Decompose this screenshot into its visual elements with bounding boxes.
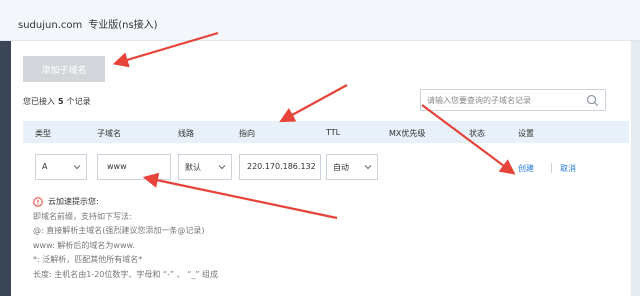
add-subdomain-button[interactable]: 添加子域名 (23, 56, 105, 82)
tip-line: @: 直接解析主域名(强烈建议您添加一条@记录) (33, 226, 205, 235)
subdomain-input-value: www (107, 162, 127, 171)
ttl-select[interactable]: 自动 (326, 154, 378, 180)
search-input[interactable] (427, 93, 577, 107)
record-count: 您已接入 5 个记录 (23, 96, 91, 107)
new-record-row: A www 默认 220.170.186.132 自动 创建 取消 (23, 143, 629, 193)
edition-label: 专业版(ns接入) (88, 20, 158, 31)
chevron-down-icon (218, 165, 226, 170)
domain-title: sudujun.com 专业版(ns接入) (18, 16, 158, 31)
target-input[interactable]: 220.170.186.132 (239, 154, 321, 180)
scrollbar-track[interactable] (631, 41, 640, 296)
record-count-value: 5 (58, 97, 64, 106)
ttl-select-value: 自动 (333, 163, 349, 172)
subdomain-input[interactable]: www (97, 154, 171, 180)
subdomain-search[interactable] (420, 89, 606, 111)
chevron-down-icon (364, 165, 372, 170)
cancel-link[interactable]: 取消 (560, 163, 576, 174)
tip-line: 即域名前缀，支持如下写法: (33, 211, 132, 221)
type-select[interactable]: A (35, 154, 87, 180)
column-header-line: 线路 (178, 129, 194, 138)
action-divider (551, 163, 552, 173)
line-select-value: 默认 (185, 163, 201, 172)
subdomain-tips: 云加速提示您: 即域名前缀，支持如下写法: @: 直接解析主域名(强烈建议您添加… (33, 195, 218, 282)
record-count-prefix: 您已接入 (23, 97, 55, 106)
target-input-value: 220.170.186.132 (247, 162, 316, 171)
tip-line: 长度: 主机名由1-20位数字、字母和 “-” 、 “_” 组成 (33, 269, 219, 279)
create-link[interactable]: 创建 (518, 163, 534, 174)
search-icon[interactable] (586, 94, 599, 107)
line-select[interactable]: 默认 (178, 154, 232, 180)
tip-line: www: 解析后的域名为www. (33, 240, 135, 250)
chevron-down-icon (73, 165, 81, 170)
column-header-mx-priority: MX优先级 (389, 129, 426, 138)
warning-icon (33, 197, 43, 208)
dns-records-panel: 添加子域名 您已接入5个记录 类型 子域名 线路 指向 TTL MX优先级 状态… (11, 41, 631, 296)
column-header-subdomain: 子域名 (97, 129, 121, 138)
column-header-settings: 设置 (518, 129, 534, 138)
table-header: 类型 子域名 线路 指向 TTL MX优先级 状态 设置 (23, 121, 629, 143)
top-bar: sudujun.com 专业版(ns接入) (0, 0, 640, 41)
column-header-ttl: TTL (326, 128, 341, 137)
sidebar-strip (0, 41, 11, 296)
tips-title: 云加速提示您: (48, 197, 99, 206)
tip-line: *: 泛解析，匹配其他所有域名* (33, 255, 143, 264)
column-header-type: 类型 (35, 129, 51, 138)
column-header-target: 指向 (239, 129, 255, 138)
column-header-status: 状态 (469, 129, 485, 138)
domain-name: sudujun.com (18, 20, 83, 31)
tips-header: 云加速提示您: (33, 195, 218, 210)
type-select-value: A (42, 162, 48, 171)
record-count-suffix: 个记录 (66, 97, 91, 106)
